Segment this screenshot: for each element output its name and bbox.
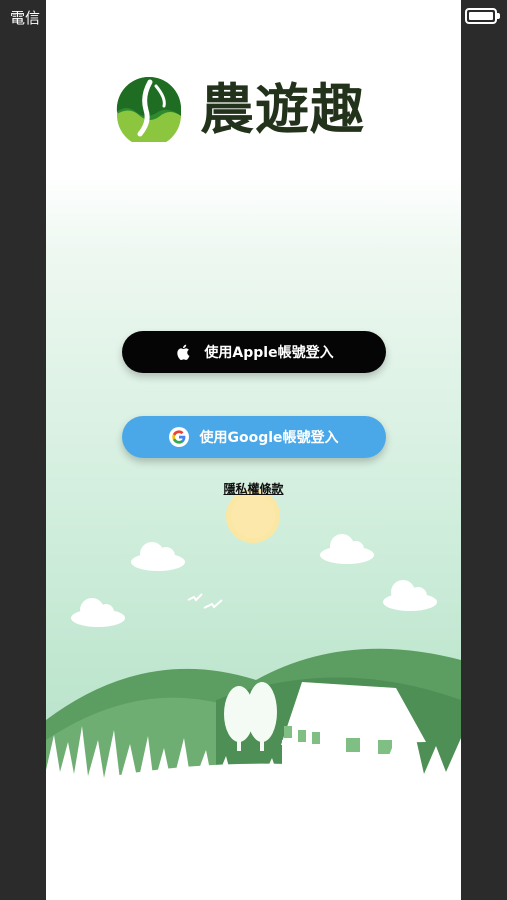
privacy-policy-link[interactable]: 隱私權條款	[46, 480, 461, 497]
login-screen: 農遊趣 使用Apple帳號登入 使用Google帳號登入 隱私權條款	[46, 0, 461, 900]
farmhouse-icon	[281, 682, 426, 778]
app-logo: 農遊趣	[116, 76, 416, 146]
status-bar: 電信 12:45	[0, 0, 507, 32]
apple-icon	[174, 342, 194, 362]
google-icon	[169, 427, 190, 447]
cloud-icon	[71, 598, 125, 627]
sun-icon	[226, 489, 280, 543]
battery-icon	[465, 8, 500, 24]
google-login-label: 使用Google帳號登入	[199, 430, 339, 446]
logo-leaf-icon	[116, 76, 181, 142]
cloud-icon	[383, 580, 437, 611]
bird-icon	[187, 593, 203, 602]
google-login-button[interactable]: 使用Google帳號登入	[122, 416, 386, 458]
cloud-icon	[131, 542, 185, 571]
apple-login-label: 使用Apple帳號登入	[204, 345, 334, 361]
apple-login-button[interactable]: 使用Apple帳號登入	[122, 331, 386, 373]
app-name: 農遊趣	[200, 78, 365, 141]
status-time: 12:45	[228, 6, 279, 25]
bird-icon	[203, 599, 223, 609]
cloud-icon	[320, 534, 374, 564]
